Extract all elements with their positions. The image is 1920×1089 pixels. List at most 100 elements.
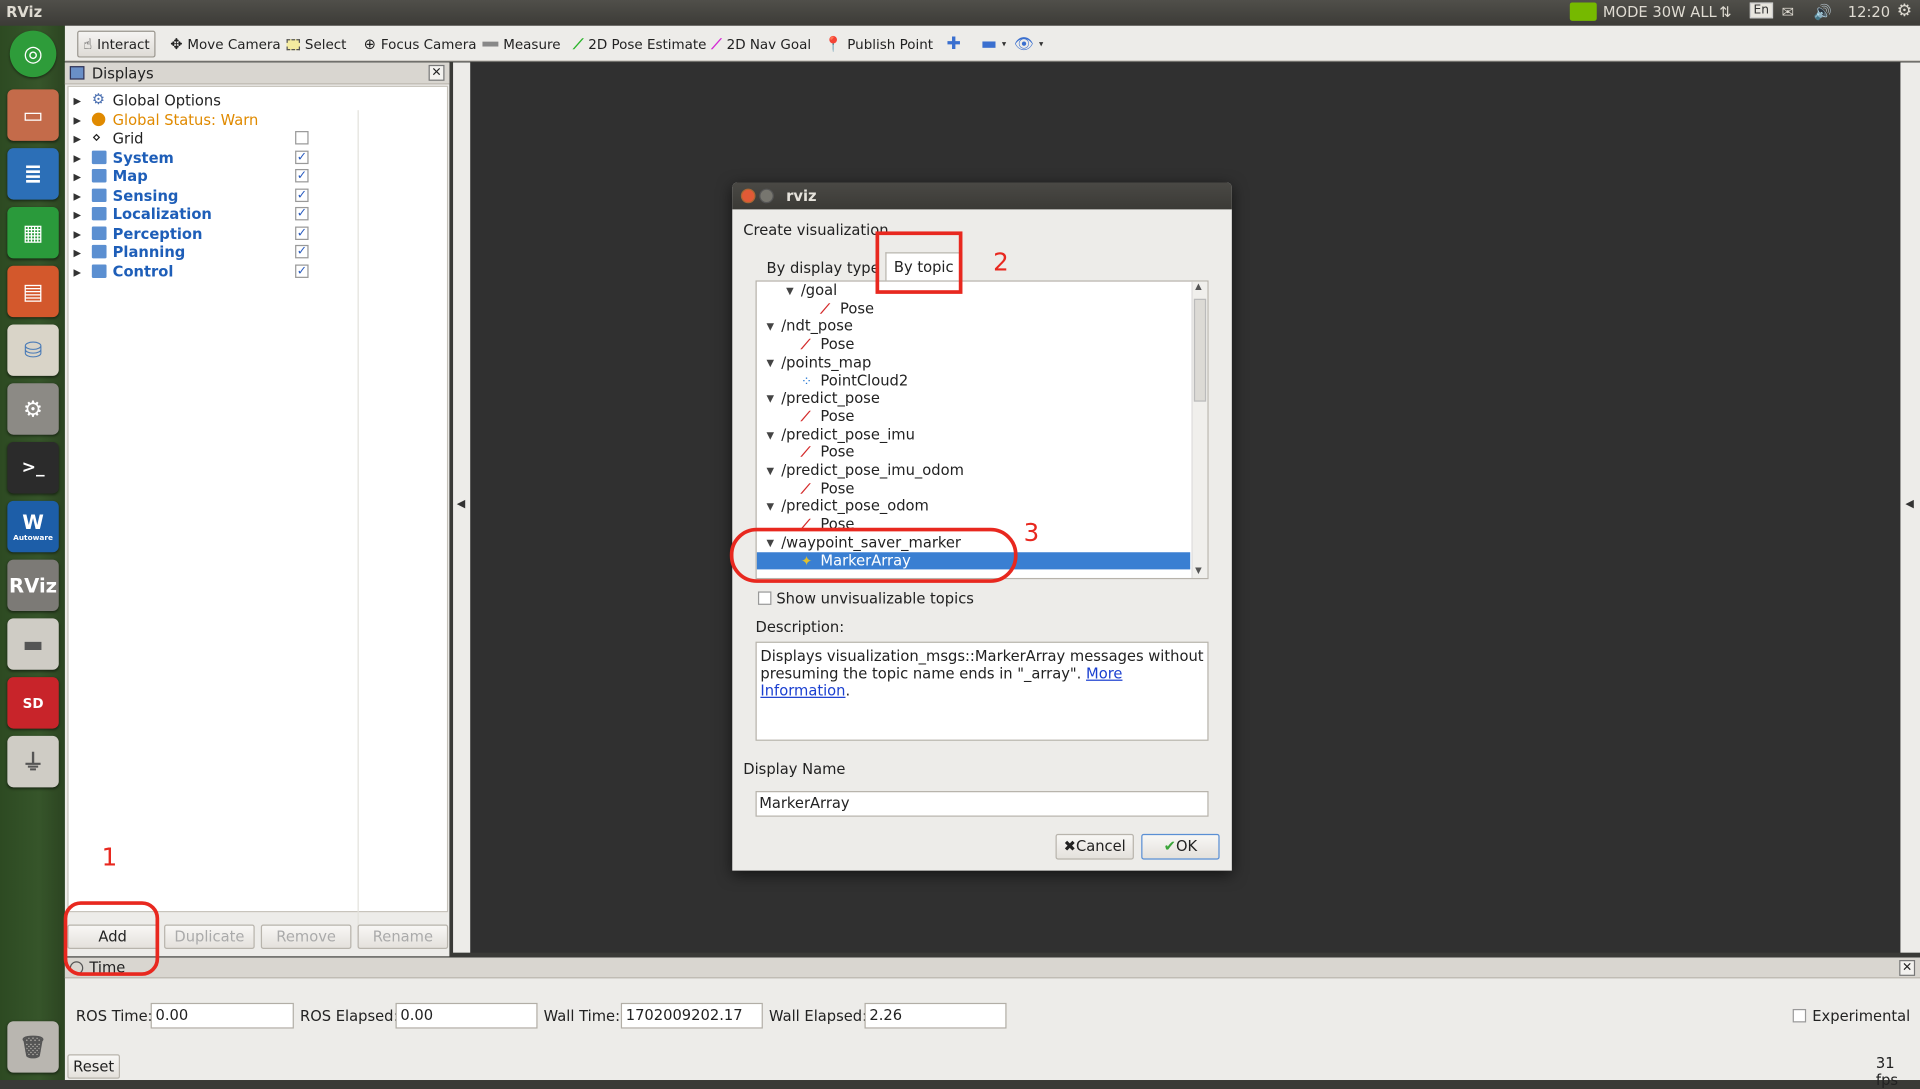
select-tool[interactable]: Select — [282, 31, 352, 58]
autoware-icon[interactable]: W Autoware — [7, 500, 59, 553]
mail-icon[interactable]: ✉ — [1782, 4, 1794, 21]
display-item-planning[interactable]: ▶ Planning ✓ — [69, 244, 436, 262]
impress-icon[interactable]: ▤ — [7, 265, 59, 318]
tool-properties-icon[interactable]: 👁 ▾ — [1009, 31, 1048, 58]
wall-elapsed-field[interactable]: 2.26 — [864, 1002, 1007, 1029]
topic-type-row[interactable]: ⟋ Pose — [757, 336, 1190, 354]
display-item-system[interactable]: ▶ System ✓ — [69, 149, 436, 167]
ros-time-field[interactable]: 0.00 — [150, 1002, 294, 1029]
measure-tool[interactable]: Measure — [478, 31, 566, 58]
wall-time-field[interactable]: 1702009202.17 — [620, 1002, 763, 1029]
add-tool-icon[interactable]: ✚ — [942, 31, 966, 58]
expand-arrow-icon[interactable]: ▶ — [73, 130, 81, 148]
interact-tool[interactable]: ☝ Interact — [77, 30, 156, 58]
remove-tool-icon[interactable]: ▬ ▾ — [976, 31, 1011, 58]
enable-checkbox[interactable]: ✓ — [295, 225, 309, 240]
volume-icon[interactable]: 🔊 — [1813, 4, 1831, 21]
sd-card-icon[interactable]: SD — [7, 677, 59, 729]
usb-drive-icon[interactable]: ⏚ — [7, 735, 59, 788]
topic-type-row[interactable]: ⟋ Pose — [757, 300, 1190, 318]
topic-row[interactable]: ▼ /predict_pose_imu_odom — [757, 462, 1190, 480]
collapse-arrow-icon[interactable]: ▼ — [767, 390, 775, 408]
expand-arrow-icon[interactable]: ▶ — [73, 111, 81, 129]
power-mode[interactable]: MODE 30W ALL — [1603, 4, 1717, 21]
enable-checkbox[interactable]: ✓ — [295, 244, 309, 259]
scroll-thumb[interactable] — [1193, 298, 1207, 402]
2d-pose-estimate-tool[interactable]: ⟋ 2D Pose Estimate — [568, 31, 711, 58]
clock[interactable]: 12:20 — [1848, 4, 1890, 21]
scroll-down-icon[interactable]: ▼ — [1195, 566, 1202, 576]
collapse-arrow-icon[interactable]: ▼ — [767, 498, 775, 516]
topic-row[interactable]: ▼ /goal — [757, 282, 1190, 300]
close-icon[interactable] — [740, 188, 756, 204]
network-icon[interactable]: ⇅ — [1719, 4, 1731, 21]
enable-checkbox[interactable] — [295, 131, 309, 145]
expand-arrow-icon[interactable]: ▶ — [73, 168, 81, 186]
display-name-input[interactable]: MarkerArray — [755, 791, 1209, 817]
collapse-arrow-icon[interactable]: ▼ — [767, 462, 775, 480]
software-center-icon[interactable]: ⛁ — [7, 324, 59, 376]
expand-arrow-icon[interactable]: ▶ — [73, 263, 81, 281]
gear-icon[interactable]: ⚙ — [1897, 1, 1912, 21]
collapse-arrow-icon[interactable]: ▼ — [767, 426, 775, 444]
enable-checkbox[interactable]: ✓ — [295, 206, 309, 221]
topic-row[interactable]: ▼ /predict_pose_odom — [757, 498, 1190, 516]
remove-button[interactable]: Remove — [260, 924, 352, 949]
trash-icon[interactable]: 🗑 — [7, 1021, 59, 1073]
reset-button[interactable]: Reset — [67, 1054, 121, 1079]
left-splitter[interactable]: ◀ — [453, 62, 471, 953]
enable-checkbox[interactable]: ✓ — [295, 168, 309, 183]
duplicate-button[interactable]: Duplicate — [164, 924, 255, 949]
nvidia-icon[interactable] — [1569, 2, 1597, 21]
display-item-sensing[interactable]: ▶ Sensing ✓ — [69, 187, 436, 205]
collapse-arrow-icon[interactable]: ▼ — [767, 318, 775, 336]
expand-arrow-icon[interactable]: ▶ — [73, 206, 81, 224]
display-item-perception[interactable]: ▶ Perception ✓ — [69, 225, 436, 243]
displays-tree[interactable]: ▶ ⚙ Global Options ▶ Global Status: Warn ▶ ⋄ Gr… — [67, 85, 449, 937]
display-item-global-options[interactable]: ▶ ⚙ Global Options — [69, 92, 436, 110]
expand-arrow-icon[interactable]: ▶ — [73, 92, 81, 110]
close-icon[interactable]: ✕ — [428, 64, 445, 81]
2d-nav-goal-tool[interactable]: ⟋ 2D Nav Goal — [707, 31, 816, 58]
display-item-grid[interactable]: ▶ ⋄ Grid — [69, 130, 436, 148]
expand-arrow-icon[interactable]: ▶ — [73, 187, 81, 205]
scroll-up-icon[interactable]: ▲ — [1195, 282, 1202, 292]
collapse-left-icon[interactable]: ◀ — [457, 498, 465, 510]
writer-icon[interactable]: ≣ — [7, 148, 59, 200]
display-item-map[interactable]: ▶ Map ✓ — [69, 168, 436, 186]
ok-button[interactable]: ✔OK — [1141, 833, 1220, 860]
keyboard-language[interactable]: En — [1749, 2, 1773, 19]
expand-arrow-icon[interactable]: ▶ — [73, 225, 81, 243]
collapse-arrow-icon[interactable]: ▼ — [786, 282, 794, 300]
display-item-control[interactable]: ▶ Control ✓ — [69, 263, 436, 281]
topic-type-row[interactable]: ⟋ Pose — [757, 408, 1190, 426]
rename-button[interactable]: Rename — [357, 924, 449, 949]
terminal-icon[interactable]: >_ — [7, 442, 59, 494]
files-icon[interactable]: ▭ — [7, 89, 59, 141]
topic-row[interactable]: ▼ /predict_pose_imu — [757, 426, 1190, 444]
minimize-icon[interactable] — [759, 188, 774, 204]
topic-row[interactable]: ▼ /ndt_pose — [757, 318, 1190, 336]
close-icon[interactable]: ✕ — [1899, 960, 1916, 976]
ros-elapsed-field[interactable]: 0.00 — [395, 1002, 538, 1029]
publish-point-tool[interactable]: 📍 Publish Point — [819, 31, 938, 58]
topic-row[interactable]: ▼ /points_map — [757, 354, 1190, 372]
scrollbar[interactable]: ▲ ▼ — [1191, 281, 1208, 578]
collapse-arrow-icon[interactable]: ▼ — [767, 354, 775, 372]
disk-icon[interactable]: ▬ — [7, 618, 59, 670]
show-unvisualizable-checkbox[interactable] — [757, 591, 772, 605]
topic-row[interactable]: ▼ /predict_pose — [757, 390, 1190, 408]
rviz-icon[interactable]: RViz — [7, 559, 59, 612]
settings-icon[interactable]: ⚙ — [7, 383, 59, 435]
calc-icon[interactable]: ▦ — [7, 206, 59, 259]
display-item-localization[interactable]: ▶ Localization ✓ — [69, 206, 436, 224]
expand-arrow-icon[interactable]: ▶ — [73, 244, 81, 262]
focus-camera-tool[interactable]: ⊕ Focus Camera — [359, 31, 482, 58]
enable-checkbox[interactable]: ✓ — [295, 263, 309, 278]
ubuntu-icon[interactable]: ◎ — [9, 30, 57, 78]
experimental-checkbox[interactable] — [1792, 1008, 1807, 1023]
display-item-global-status-warn[interactable]: ▶ Global Status: Warn — [69, 111, 436, 129]
cancel-button[interactable]: ✖Cancel — [1055, 833, 1134, 860]
topic-type-row[interactable]: ⁘ PointCloud2 — [757, 372, 1190, 390]
topic-type-row[interactable]: ⟋ Pose — [757, 480, 1190, 498]
